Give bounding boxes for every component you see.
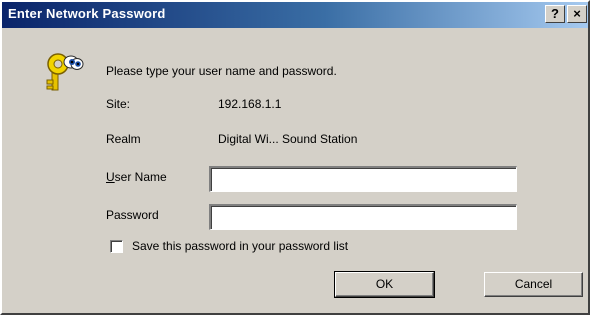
network-password-dialog: Enter Network Password ? × Please type y… <box>0 0 590 315</box>
save-password-checkbox[interactable] <box>110 240 123 253</box>
window-title: Enter Network Password <box>8 6 166 21</box>
user-name-input[interactable] <box>209 166 517 192</box>
site-label: Site: <box>106 97 131 111</box>
password-label: Password <box>106 208 159 222</box>
site-value: 192.168.1.1 <box>218 97 282 111</box>
title-bar[interactable]: Enter Network Password ? × <box>2 2 588 28</box>
key-with-eyes-icon <box>46 53 84 91</box>
close-button[interactable]: × <box>567 5 587 23</box>
user-name-label: User Name <box>106 170 167 184</box>
ok-button[interactable]: OK <box>334 271 435 298</box>
cancel-button[interactable]: Cancel <box>484 272 583 297</box>
help-button[interactable]: ? <box>545 5 565 23</box>
save-password-label[interactable]: Save this password in your password list <box>132 239 348 253</box>
realm-value: Digital Wi... Sound Station <box>218 132 358 146</box>
realm-label: Realm <box>106 132 141 146</box>
user-name-mnemonic: U <box>106 170 115 184</box>
dialog-prompt: Please type your user name and password. <box>106 64 337 78</box>
password-input[interactable] <box>209 204 517 230</box>
user-name-label-text: ser Name <box>114 170 167 184</box>
